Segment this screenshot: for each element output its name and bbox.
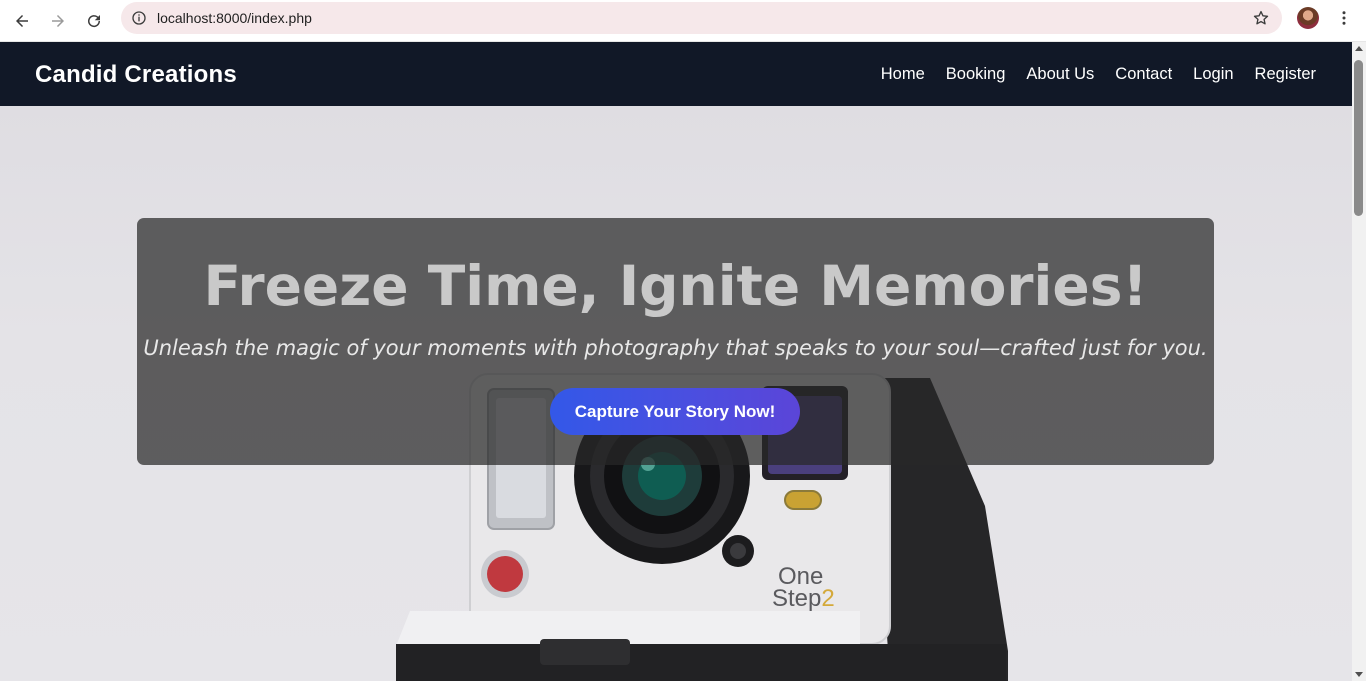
nav-link-contact[interactable]: Contact (1115, 65, 1172, 84)
nav-link-home[interactable]: Home (881, 65, 925, 84)
hero-headline: Freeze Time, Ignite Memories! (203, 254, 1148, 318)
nav-link-register[interactable]: Register (1255, 65, 1316, 84)
browser-toolbar: localhost:8000/index.php (0, 0, 1366, 42)
scroll-thumb[interactable] (1354, 60, 1363, 216)
kebab-menu-icon[interactable] (1332, 6, 1356, 30)
scroll-down-arrow-icon[interactable] (1355, 672, 1363, 677)
back-button[interactable] (7, 6, 37, 36)
capture-story-button[interactable]: Capture Your Story Now! (550, 388, 800, 435)
brand-logo[interactable]: Candid Creations (35, 42, 237, 108)
nav-link-login[interactable]: Login (1193, 65, 1233, 84)
nav-link-about-us[interactable]: About Us (1026, 65, 1094, 84)
main-menu: Home Booking About Us Contact Login Regi… (881, 42, 1316, 106)
hero-overlay-panel: Freeze Time, Ignite Memories! Unleash th… (137, 218, 1214, 465)
page-viewport: Candid Creations Home Booking About Us C… (0, 42, 1352, 681)
scroll-up-arrow-icon[interactable] (1355, 46, 1363, 51)
forward-button[interactable] (43, 6, 73, 36)
star-icon[interactable] (1250, 7, 1272, 29)
arrow-left-icon (16, 15, 28, 27)
hero-tagline: Unleash the magic of your moments with p… (143, 336, 1208, 360)
info-icon[interactable] (127, 6, 151, 30)
reload-icon (88, 15, 101, 28)
url-text[interactable]: localhost:8000/index.php (157, 2, 312, 34)
camera-model-text: Step (772, 585, 821, 612)
nav-link-booking[interactable]: Booking (946, 65, 1006, 84)
reload-button[interactable] (79, 6, 109, 36)
hero-section: One Step2 Freeze Time, Ignite Memories! … (0, 106, 1352, 681)
arrow-right-icon (52, 15, 64, 27)
svg-text:Step2: Step2 (772, 585, 835, 612)
site-navbar: Candid Creations Home Booking About Us C… (0, 42, 1352, 106)
address-bar[interactable]: localhost:8000/index.php (121, 2, 1282, 34)
profile-avatar[interactable] (1297, 7, 1319, 29)
camera-model-number: 2 (821, 585, 834, 612)
page-scrollbar[interactable] (1352, 42, 1366, 681)
